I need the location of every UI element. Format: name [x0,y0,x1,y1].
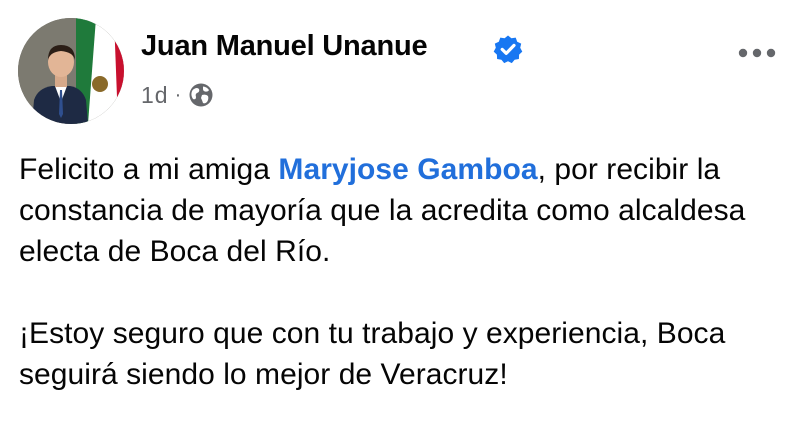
paragraph-1-start: Felicito a mi amiga [19,153,279,186]
mention-link[interactable]: Maryjose Gamboa [278,153,537,186]
post-paragraph-1: Felicito a mi amiga Maryjose Gamboa, por… [19,149,789,272]
post-body: Felicito a mi amiga Maryjose Gamboa, por… [19,149,789,395]
facebook-post: Juan Manuel Unanue 1d · Felicito a mi am… [0,0,800,423]
globe-icon[interactable] [188,82,214,108]
profile-photo-icon [18,18,124,124]
post-meta: 1d · [141,80,214,110]
more-options-icon[interactable] [734,38,780,68]
post-paragraph-2: ¡Estoy seguro que con tu trabajo y exper… [19,317,726,391]
meta-separator: · [174,83,182,106]
post-timestamp[interactable]: 1d [141,82,169,109]
author-name[interactable]: Juan Manuel Unanue [141,30,428,63]
avatar[interactable] [18,18,124,124]
verified-badge-icon [493,35,523,64]
